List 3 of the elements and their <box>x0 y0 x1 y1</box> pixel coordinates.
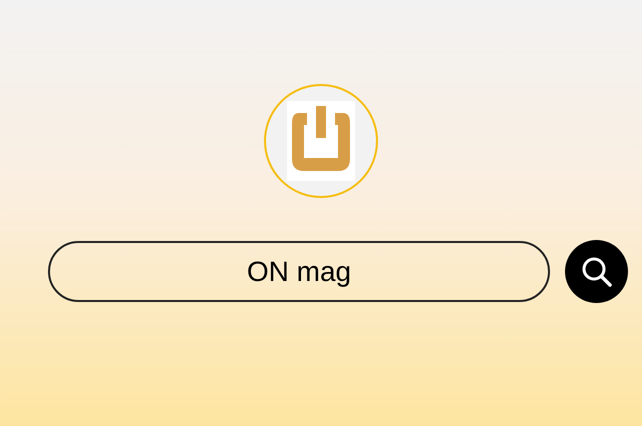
search-field[interactable]: ON mag <box>48 241 550 302</box>
search-icon <box>580 254 614 288</box>
power-logo-icon <box>287 101 355 181</box>
